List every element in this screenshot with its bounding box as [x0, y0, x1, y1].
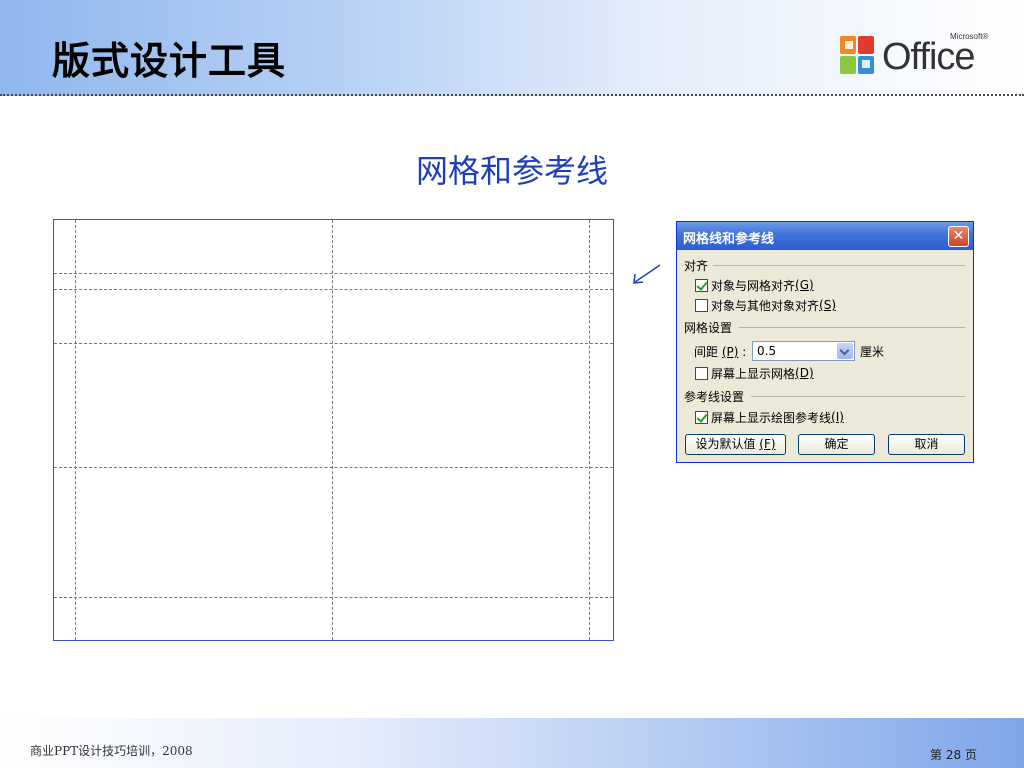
align-section-label: 对齐 [684, 259, 709, 273]
page-number-group: 第 28 页 [930, 746, 977, 763]
show-grid-checkbox[interactable] [695, 366, 708, 380]
spacing-unit: 厘米 [860, 345, 885, 359]
snap-to-objects-label: 对象与其他对象对齐 [711, 298, 820, 313]
microsoft-logo-text: Microsoft® [950, 32, 989, 41]
slide-footer: 商业PPT设计技巧培训，2008 第 28 页 [0, 718, 1024, 768]
show-grid-label: 屏幕上显示网格 [711, 366, 796, 381]
dialog-titlebar[interactable]: 网格线和参考线 ✕ [677, 222, 973, 250]
grid-line-horizontal [54, 343, 613, 344]
spacing-value: 0.5 [757, 344, 777, 358]
show-guides-key: (I) [831, 410, 844, 424]
grid-line-horizontal [54, 467, 613, 468]
set-default-key: (F) [759, 437, 776, 451]
show-guides-option[interactable]: 屏幕上显示绘图参考线 (I) [695, 409, 844, 425]
chevron-down-icon[interactable] [837, 343, 853, 359]
close-icon: ✕ [952, 228, 965, 244]
show-guides-label: 屏幕上显示绘图参考线 [711, 410, 832, 425]
spacing-label-group: 间距 (P) : [694, 343, 746, 360]
page-number: 28 [945, 748, 962, 762]
footer-course-text: 商业PPT设计技巧培训，2008 [30, 744, 193, 758]
dialog-title: 网格线和参考线 [683, 232, 775, 247]
grid-line-horizontal [54, 273, 613, 274]
pointer-arrow-icon [633, 264, 661, 284]
section-divider [739, 327, 965, 328]
slide-header: 版式设计工具 Office Microsoft® [0, 0, 1024, 96]
grid-slide-preview [53, 219, 614, 641]
ok-button[interactable]: 确定 [798, 434, 875, 455]
grid-line-vertical [589, 220, 590, 640]
spacing-label: 间距 [694, 345, 719, 359]
page-title: 版式设计工具 [52, 39, 287, 83]
page-suffix: 页 [964, 748, 977, 762]
section-divider [713, 265, 965, 266]
snap-to-grid-checkbox[interactable] [695, 278, 708, 292]
grid-line-horizontal [54, 289, 613, 290]
grid-guides-dialog: 网格线和参考线 ✕ 对齐 对象与网格对齐 (G) 对象与其他对象对齐 (S) 网… [676, 221, 974, 463]
spacing-key: (P) [721, 345, 739, 359]
grid-section-label: 网格设置 [684, 321, 733, 335]
set-default-label: 设为默认值 [695, 437, 756, 451]
office-logo: Office Microsoft® [838, 30, 998, 80]
show-grid-key: (D) [795, 366, 814, 380]
snap-to-objects-checkbox[interactable] [695, 298, 708, 312]
show-grid-option[interactable]: 屏幕上显示网格 (D) [695, 365, 814, 381]
grid-line-horizontal [54, 597, 613, 598]
section-divider [751, 396, 965, 397]
grid-line-vertical [75, 220, 76, 640]
snap-to-grid-label: 对象与网格对齐 [711, 278, 796, 293]
spacing-colon: : [742, 345, 747, 359]
grid-line-vertical [332, 220, 333, 640]
close-button[interactable]: ✕ [948, 226, 969, 247]
snap-to-objects-key: (S) [819, 298, 836, 312]
office-logo-icon [840, 36, 874, 74]
set-default-button[interactable]: 设为默认值 (F) [685, 434, 786, 455]
slide-subtitle: 网格和参考线 [415, 152, 608, 190]
cancel-button[interactable]: 取消 [888, 434, 965, 455]
snap-to-grid-option[interactable]: 对象与网格对齐 (G) [695, 277, 814, 293]
guides-section-label: 参考线设置 [684, 390, 745, 404]
snap-to-grid-key: (G) [795, 278, 814, 292]
snap-to-objects-option[interactable]: 对象与其他对象对齐 (S) [695, 297, 836, 313]
spacing-combobox[interactable]: 0.5 [752, 341, 855, 361]
show-guides-checkbox[interactable] [695, 410, 708, 424]
office-logo-word: Office [882, 36, 976, 78]
page-prefix: 第 [930, 748, 943, 762]
